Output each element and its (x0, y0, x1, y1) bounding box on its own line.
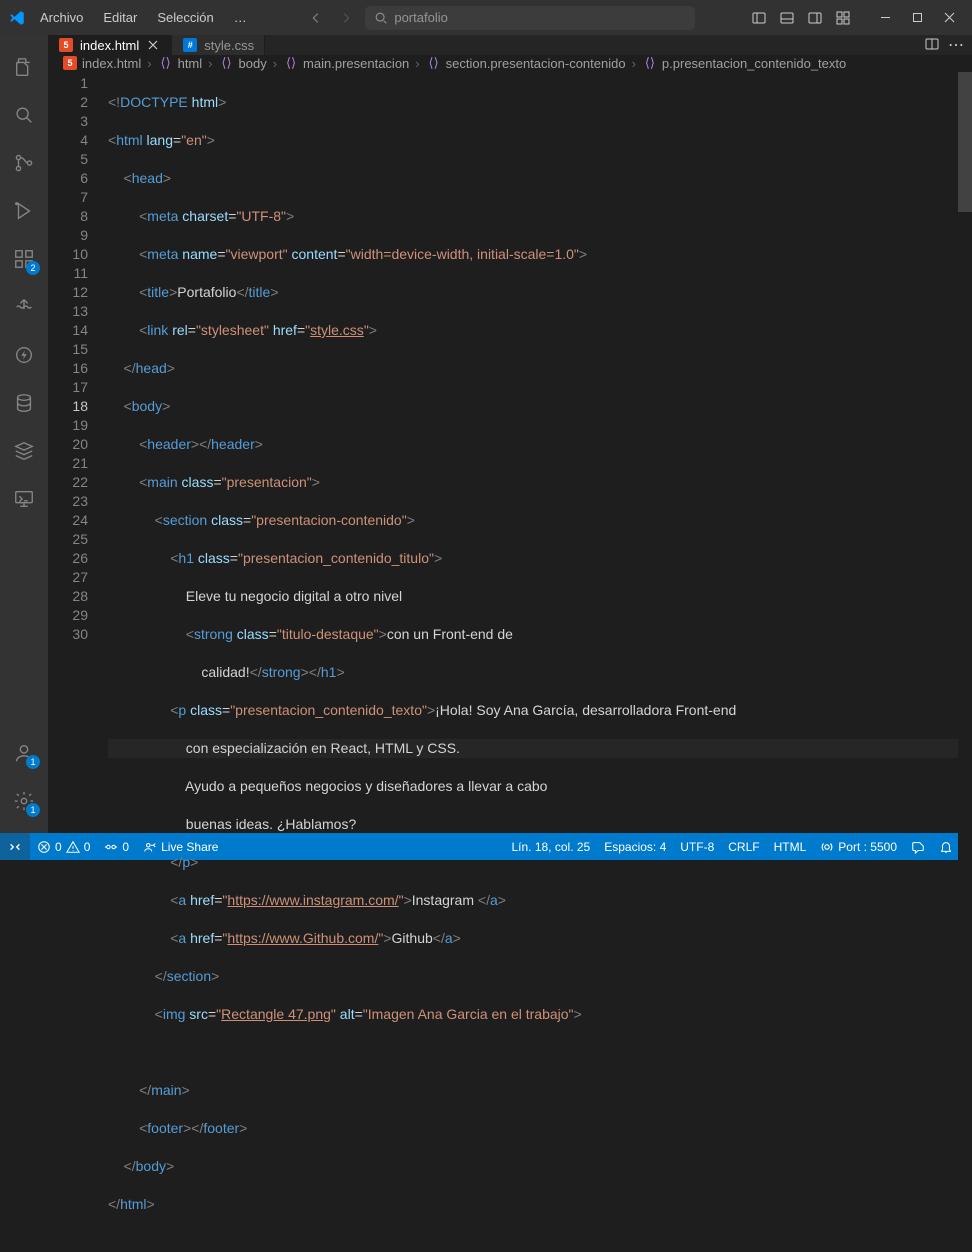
split-editor-icon[interactable] (924, 36, 940, 55)
line-numbers: 1234567891011121314151617181920212223242… (48, 72, 108, 1252)
scrollbar-vertical[interactable] (958, 72, 972, 1252)
breadcrumbs[interactable]: 5 index.html › ⟨⟩ html › ⟨⟩ body › ⟨⟩ main.p… (48, 55, 972, 72)
command-center[interactable]: portafolio (365, 6, 695, 30)
symbol-icon: ⟨⟩ (426, 55, 442, 71)
html-file-icon: 5 (62, 55, 78, 71)
menu-more[interactable]: … (226, 6, 255, 29)
accounts-icon[interactable]: 1 (0, 729, 48, 777)
layers-icon[interactable] (0, 427, 48, 475)
layout-customize-icon[interactable] (830, 7, 856, 29)
symbol-icon: ⟨⟩ (158, 55, 174, 71)
vscode-logo-icon (8, 9, 26, 27)
accounts-badge: 1 (26, 755, 40, 769)
tabs-bar: 5 index.html # style.css ⋯ (48, 35, 972, 55)
menu-editar[interactable]: Editar (95, 6, 145, 29)
chevron-right-icon: › (415, 56, 419, 71)
power-icon[interactable] (0, 331, 48, 379)
bc-main[interactable]: main.presentacion (303, 56, 409, 71)
scroll-thumb[interactable] (958, 72, 972, 212)
tab-label: style.css (204, 38, 254, 53)
bc-file[interactable]: index.html (82, 56, 141, 71)
close-icon[interactable] (145, 37, 161, 53)
chevron-right-icon: › (632, 56, 636, 71)
chevron-right-icon: › (273, 56, 277, 71)
live-share-icon[interactable] (0, 283, 48, 331)
explorer-icon[interactable] (0, 43, 48, 91)
chevron-right-icon: › (147, 56, 151, 71)
bc-body[interactable]: body (239, 56, 267, 71)
extensions-badge: 2 (26, 261, 40, 275)
settings-badge: 1 (26, 803, 40, 817)
title-bar: Archivo Editar Selección … portafolio (0, 0, 972, 35)
code-editor[interactable]: 1234567891011121314151617181920212223242… (48, 72, 972, 1252)
menu-archivo[interactable]: Archivo (32, 6, 91, 29)
code-content[interactable]: <!DOCTYPE html> <html lang="en"> <head> … (108, 72, 972, 1252)
layout-panel-bottom-icon[interactable] (774, 7, 800, 29)
editor-area: 5 index.html # style.css ⋯ 5index.html ›… (48, 35, 972, 833)
bc-html[interactable]: html (178, 56, 203, 71)
nav-back-button[interactable] (305, 7, 327, 29)
main-layout: 2 1 1 5 index.html # style.css ⋯ (0, 35, 972, 833)
menu-seleccion[interactable]: Selección (149, 6, 221, 29)
source-control-icon[interactable] (0, 139, 48, 187)
database-icon[interactable] (0, 379, 48, 427)
bc-p[interactable]: p.presentacion_contenido_texto (662, 56, 846, 71)
settings-icon[interactable]: 1 (0, 777, 48, 825)
close-button[interactable] (934, 7, 964, 29)
tab-index-html[interactable]: 5 index.html (48, 35, 172, 55)
search-sidebar-icon[interactable] (0, 91, 48, 139)
nav-forward-button[interactable] (335, 7, 357, 29)
layout-panel-right-icon[interactable] (802, 7, 828, 29)
bc-section[interactable]: section.presentacion-contenido (446, 56, 626, 71)
tab-style-css[interactable]: # style.css (172, 35, 265, 55)
symbol-icon: ⟨⟩ (219, 55, 235, 71)
css-file-icon: # (182, 37, 198, 53)
minimize-button[interactable] (870, 7, 900, 29)
more-actions-icon[interactable]: ⋯ (948, 35, 964, 55)
run-debug-icon[interactable] (0, 187, 48, 235)
layout-panel-left-icon[interactable] (746, 7, 772, 29)
maximize-button[interactable] (902, 7, 932, 29)
remote-explorer-icon[interactable] (0, 475, 48, 523)
tab-label: index.html (80, 38, 139, 53)
symbol-icon: ⟨⟩ (642, 55, 658, 71)
remote-button[interactable] (0, 833, 30, 860)
search-icon (374, 11, 388, 25)
extensions-icon[interactable]: 2 (0, 235, 48, 283)
chevron-right-icon: › (208, 56, 212, 71)
html-file-icon: 5 (58, 37, 74, 53)
search-text: portafolio (394, 10, 447, 25)
activity-bar: 2 1 1 (0, 35, 48, 833)
symbol-icon: ⟨⟩ (283, 55, 299, 71)
